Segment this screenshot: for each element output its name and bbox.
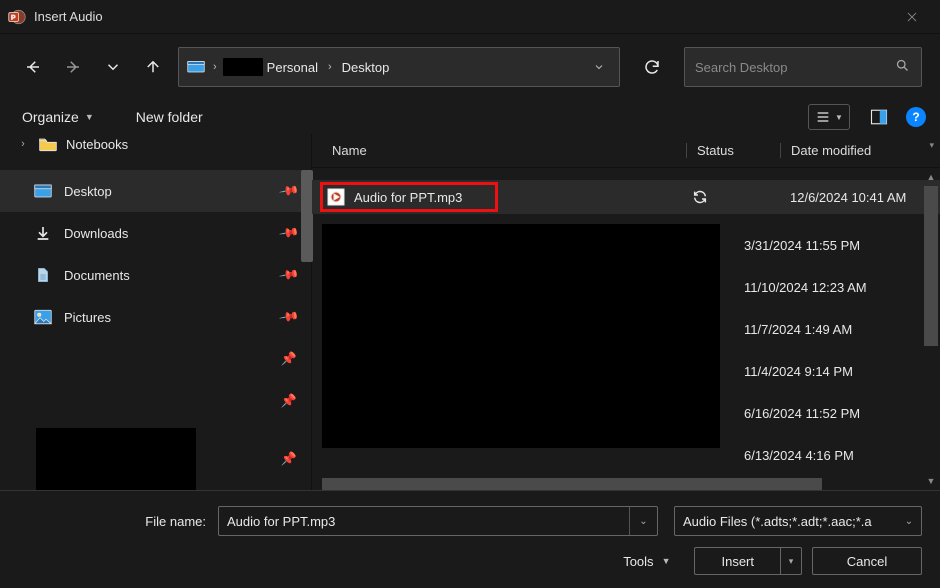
chevron-down-icon: ▼	[662, 556, 671, 566]
filetype-label: Audio Files (*.adts;*.adt;*.aac;*.a	[683, 514, 897, 529]
sidebar-item-downloads[interactable]: Downloads 📌	[0, 212, 311, 254]
chevron-right-icon[interactable]: ›	[16, 138, 30, 150]
column-status[interactable]: Status	[686, 143, 780, 158]
forward-button[interactable]	[58, 51, 88, 83]
sidebar-thumbnail	[36, 428, 196, 490]
file-date: 11/7/2024 1:49 AM	[738, 308, 918, 350]
chevron-right-icon[interactable]: ›	[207, 61, 223, 73]
column-name[interactable]: Name	[326, 143, 686, 158]
up-button[interactable]	[138, 51, 168, 83]
refresh-button[interactable]	[630, 47, 674, 87]
audio-file-icon	[326, 187, 346, 207]
scroll-down-icon[interactable]: ▼	[922, 472, 940, 490]
filetype-select[interactable]: Audio Files (*.adts;*.adt;*.aac;*.a ⌄	[674, 506, 922, 536]
desktop-icon	[32, 183, 54, 199]
sidebar-thumb-row[interactable]: 📌	[0, 422, 311, 490]
chevron-down-icon: ▾	[929, 140, 934, 151]
pin-icon: 📌	[281, 451, 297, 467]
cancel-button[interactable]: Cancel	[812, 547, 922, 575]
search-icon[interactable]	[893, 58, 911, 76]
column-date[interactable]: Date modified	[780, 143, 940, 158]
file-list: ▾ Name Status Date modified Audio for PP…	[312, 134, 940, 490]
svg-text:P: P	[11, 14, 16, 21]
footer: File name: Audio for PPT.mp3 ⌄ Audio Fil…	[0, 490, 940, 588]
sidebar-item-label: Documents	[64, 268, 281, 283]
file-date: 11/10/2024 12:23 AM	[738, 266, 918, 308]
file-date: 11/4/2024 9:14 PM	[738, 350, 918, 392]
file-area[interactable]: Audio for PPT.mp3 12/6/2024 10:41 AM 3/3…	[312, 168, 940, 490]
window-title: Insert Audio	[34, 9, 103, 24]
nav-row: › Personal › Desktop	[0, 34, 940, 100]
tools-label: Tools	[623, 554, 653, 569]
tree-item-notebooks[interactable]: › Notebooks	[0, 136, 311, 152]
pin-icon: 📌	[278, 222, 300, 244]
filename-label: File name:	[18, 514, 218, 529]
download-icon	[32, 225, 54, 241]
insert-split-button[interactable]: Insert ▾	[694, 547, 802, 575]
pin-icon: 📌	[278, 180, 300, 202]
sync-status-icon	[686, 189, 780, 205]
column-header: ▾ Name Status Date modified	[312, 134, 940, 168]
desktop-icon	[187, 60, 205, 74]
sidebar-item-pictures[interactable]: Pictures 📌	[0, 296, 311, 338]
file-date: 12/6/2024 10:41 AM	[780, 190, 940, 205]
toolbar: Organize▼ New folder ▼ ?	[0, 100, 940, 134]
breadcrumb-desktop[interactable]: Desktop	[338, 60, 394, 75]
sidebar-item-label: Downloads	[64, 226, 281, 241]
horizontal-scrollbar[interactable]	[322, 478, 922, 490]
help-button[interactable]: ?	[906, 107, 926, 127]
pin-icon: 📌	[278, 264, 300, 286]
breadcrumb-hidden[interactable]	[223, 58, 263, 76]
filename-input[interactable]: Audio for PPT.mp3 ⌄	[218, 506, 658, 536]
chevron-right-icon[interactable]: ›	[322, 61, 338, 73]
sidebar: › Notebooks Desktop 📌 Downloads 📌 Docume…	[0, 134, 312, 490]
pin-icon: 📌	[281, 351, 297, 367]
insert-dropdown[interactable]: ▾	[780, 547, 802, 575]
back-button[interactable]	[18, 51, 48, 83]
pin-icon: 📌	[278, 306, 300, 328]
sidebar-item-label: Pictures	[64, 310, 281, 325]
address-dropdown[interactable]	[585, 48, 613, 86]
tree-label: Notebooks	[66, 137, 128, 152]
vertical-scrollbar[interactable]: ▲ ▼	[922, 168, 940, 490]
document-icon	[32, 267, 54, 283]
filename-dropdown[interactable]: ⌄	[629, 507, 657, 535]
search-box[interactable]	[684, 47, 922, 87]
recent-locations-button[interactable]	[98, 51, 128, 83]
sidebar-item-extra[interactable]: 📌	[0, 380, 311, 422]
tools-menu[interactable]: Tools ▼	[623, 554, 670, 569]
filename-value: Audio for PPT.mp3	[219, 514, 629, 529]
preview-pane-button[interactable]	[864, 104, 894, 130]
sidebar-item-desktop[interactable]: Desktop 📌	[0, 170, 311, 212]
insert-button[interactable]: Insert	[694, 547, 780, 575]
breadcrumb-personal[interactable]: Personal	[263, 60, 322, 75]
scroll-up-icon[interactable]: ▲	[922, 168, 940, 186]
sidebar-item-label: Desktop	[64, 184, 281, 199]
new-folder-button[interactable]: New folder	[128, 103, 211, 131]
file-date: 3/31/2024 11:55 PM	[738, 224, 918, 266]
chevron-down-icon: ⌄	[897, 516, 921, 527]
file-row-selected[interactable]: Audio for PPT.mp3 12/6/2024 10:41 AM	[312, 180, 940, 214]
main-area: › Notebooks Desktop 📌 Downloads 📌 Docume…	[0, 134, 940, 490]
view-mode-button[interactable]: ▼	[808, 104, 850, 130]
file-date: 6/16/2024 11:52 PM	[738, 392, 918, 434]
organize-menu[interactable]: Organize▼	[14, 103, 102, 131]
picture-icon	[32, 309, 54, 325]
file-date: 6/13/2024 4:16 PM	[738, 434, 918, 476]
title-bar: P Insert Audio	[0, 0, 940, 34]
sidebar-item-extra[interactable]: 📌	[0, 338, 311, 380]
pin-icon: 📌	[281, 393, 297, 409]
file-name: Audio for PPT.mp3	[354, 190, 686, 205]
search-input[interactable]	[695, 60, 893, 75]
close-button[interactable]	[890, 2, 934, 32]
powerpoint-icon: P	[8, 8, 26, 26]
date-list: 3/31/2024 11:55 PM 11/10/2024 12:23 AM 1…	[738, 224, 918, 476]
folder-icon	[38, 136, 58, 152]
address-bar[interactable]: › Personal › Desktop	[178, 47, 620, 87]
sidebar-item-documents[interactable]: Documents 📌	[0, 254, 311, 296]
thumbnail-block	[322, 224, 720, 448]
